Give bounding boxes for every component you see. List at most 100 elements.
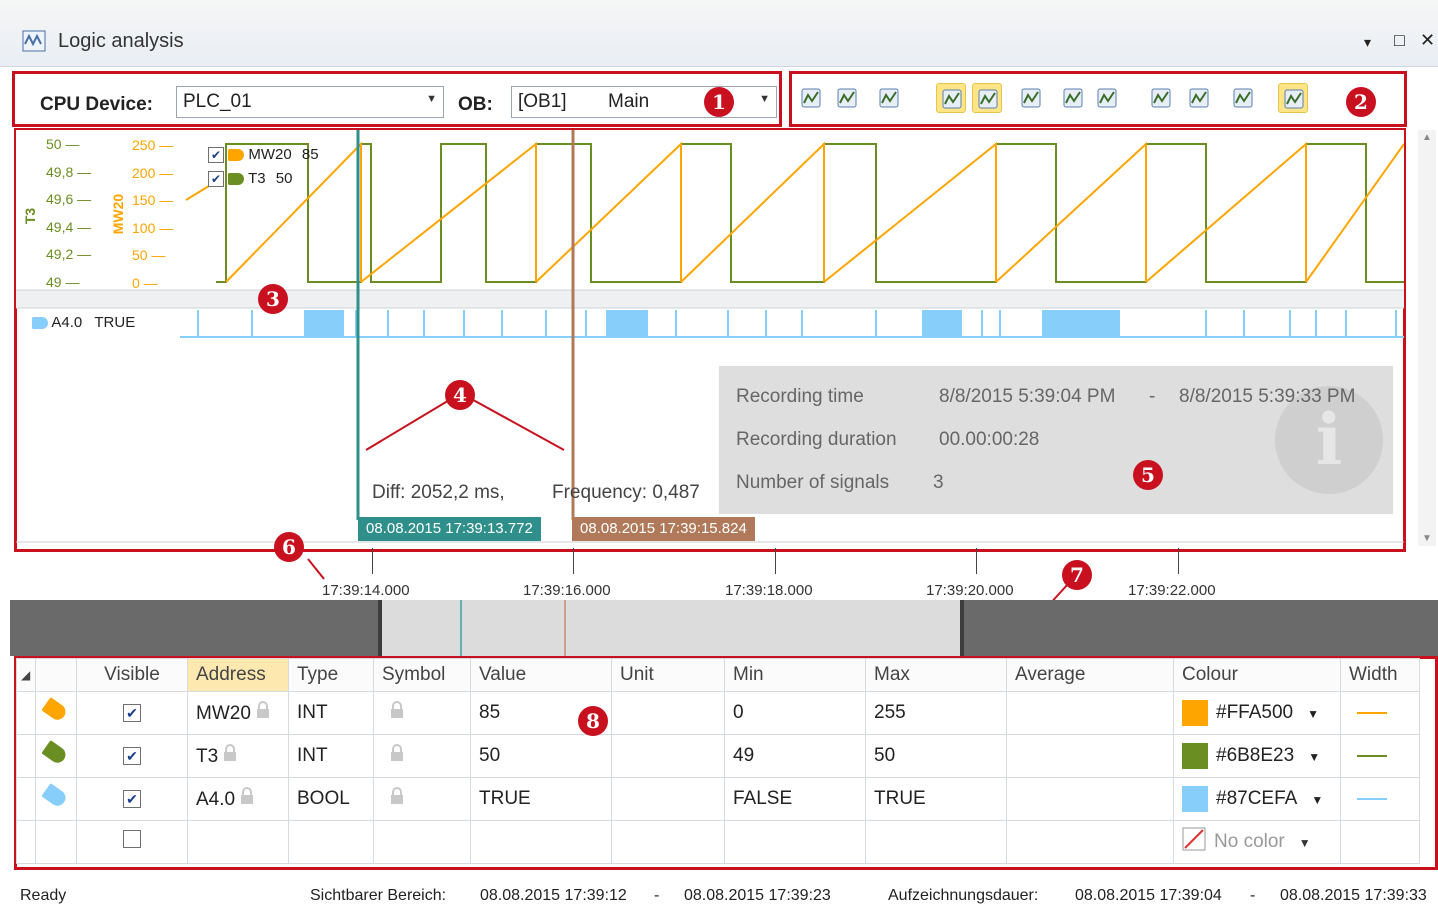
ob-value-name: Main <box>608 91 650 112</box>
visible-checkbox-cell[interactable]: ✔ <box>76 734 188 778</box>
time-tick-mark <box>1178 548 1179 574</box>
signal-edit-icon[interactable] <box>1016 83 1046 113</box>
maximize-icon[interactable]: □ <box>1394 30 1405 51</box>
lock-icon <box>391 701 403 718</box>
unlink-icon-glyph <box>1097 88 1117 108</box>
record-start-icon[interactable] <box>796 83 826 113</box>
record-stop-icon[interactable] <box>832 83 862 113</box>
line-width-preview[interactable] <box>1340 691 1420 735</box>
chevron-down-icon[interactable]: ▼ <box>1311 793 1323 807</box>
table-row-empty[interactable]: No color ▼ <box>16 820 1420 864</box>
bool-signal-name: A4.0 <box>51 314 83 331</box>
mw20-axis-tick: 100 — <box>132 219 174 236</box>
address-text: A4.0 <box>196 789 236 810</box>
column-header-width[interactable]: Width <box>1340 658 1420 692</box>
empty-cell <box>1006 820 1174 864</box>
column-header-min[interactable]: Min <box>724 658 866 692</box>
time-tick-label: 17:39:22.000 <box>1128 582 1216 599</box>
legend-mw20-checkbox[interactable]: ✔ <box>208 147 224 163</box>
table-row[interactable]: ✔ A4.0 BOOL TRUE FALSE TRUE #87CEFA ▼ <box>16 777 1420 821</box>
min-cell: 0 <box>724 691 866 735</box>
tag-icon <box>35 777 77 821</box>
t3-axis-tick: 49,6 — <box>46 191 92 207</box>
colour-select[interactable]: #FFA500 ▼ <box>1173 691 1341 735</box>
type-cell: INT <box>288 691 374 735</box>
legend-mw20[interactable]: ✔ MW20 85 <box>208 146 319 163</box>
column-header-type[interactable]: Type <box>288 658 374 692</box>
line-width-preview[interactable] <box>1340 777 1420 821</box>
time-tick-mark <box>372 548 373 574</box>
unit-cell <box>611 691 725 735</box>
column-header-value[interactable]: Value <box>470 658 612 692</box>
visible-checkbox-cell[interactable]: ✔ <box>76 691 188 735</box>
column-header-unit[interactable]: Unit <box>611 658 725 692</box>
colour-select[interactable]: #6B8E23 ▼ <box>1173 734 1341 778</box>
empty-cell <box>865 820 1007 864</box>
table-row[interactable]: ✔ T3 INT 50 49 50 #6B8E23 ▼ <box>16 734 1420 778</box>
recording-duration-label: Recording duration <box>736 429 897 450</box>
visible-checkbox[interactable]: ✔ <box>123 747 141 765</box>
export-icon[interactable] <box>1228 83 1258 113</box>
cursor-right-icon[interactable] <box>972 83 1002 113</box>
chevron-down-icon[interactable]: ▼ <box>1307 707 1319 721</box>
record-settings-icon[interactable] <box>874 83 904 113</box>
cpu-device-select[interactable]: PLC_01 ▼ <box>176 86 444 118</box>
chevron-down-icon[interactable]: ▼ <box>1299 836 1311 850</box>
column-header-average[interactable]: Average <box>1006 658 1174 692</box>
info-icon[interactable] <box>1278 83 1308 113</box>
cursor-diff: Diff: 2052,2 ms, <box>372 482 505 503</box>
ob-select[interactable]: [OB1] Main ▼ <box>511 86 777 118</box>
column-header-colour[interactable]: Colour <box>1173 658 1341 692</box>
scroll-up-icon[interactable]: ▲ <box>1422 132 1432 143</box>
column-header-visible[interactable]: Visible <box>76 658 188 692</box>
recording-time-from: 8/8/2015 5:39:04 PM <box>939 386 1116 407</box>
link-icon[interactable] <box>1058 83 1088 113</box>
legend-mw20-value: 85 <box>301 146 319 163</box>
callout-marker-2: 2 <box>1346 87 1376 117</box>
tag-icon <box>32 317 48 330</box>
average-cell <box>1006 691 1174 735</box>
column-header-address[interactable]: Address <box>187 658 289 692</box>
overview-visible-range[interactable] <box>378 600 964 656</box>
unlink-icon[interactable] <box>1092 83 1122 113</box>
colour-swatch <box>1182 786 1208 812</box>
save-icon[interactable] <box>1184 83 1214 113</box>
tag-cell <box>35 820 77 864</box>
legend-t3[interactable]: ✔ T3 50 <box>208 170 292 187</box>
address-cell: T3 <box>187 734 289 778</box>
overview-cursor-1 <box>460 600 462 656</box>
address-text: T3 <box>196 746 219 767</box>
t3-axis-tick: 49 — <box>46 273 80 290</box>
line-width-preview[interactable] <box>1340 734 1420 778</box>
value-cell: 50 <box>470 734 612 778</box>
callout-line-right <box>465 395 565 451</box>
chart-scrollbar[interactable]: ▲ ▼ <box>1418 130 1436 546</box>
table-row[interactable]: ✔ MW20 INT 85 0 255 #FFA500 ▼ <box>16 691 1420 735</box>
visible-checkbox-cell[interactable] <box>76 820 188 864</box>
max-cell: 255 <box>865 691 1007 735</box>
chevron-down-icon[interactable]: ▼ <box>1308 750 1320 764</box>
window-menu-icon[interactable]: ▾ <box>1364 34 1371 51</box>
cursor-left-icon[interactable] <box>936 83 966 113</box>
line-width-preview[interactable] <box>1340 820 1420 864</box>
value-cell: TRUE <box>470 777 612 821</box>
visible-checkbox[interactable]: ✔ <box>123 790 141 808</box>
column-header-symbol[interactable]: Symbol <box>373 658 471 692</box>
colour-swatch <box>1182 743 1208 769</box>
column-header-max[interactable]: Max <box>865 658 1007 692</box>
legend-t3-checkbox[interactable]: ✔ <box>208 171 224 187</box>
import-icon[interactable] <box>1146 83 1176 113</box>
colour-select[interactable]: #87CEFA ▼ <box>1173 777 1341 821</box>
close-icon[interactable]: ✕ <box>1420 30 1435 51</box>
visible-checkbox-cell[interactable]: ✔ <box>76 777 188 821</box>
colour-value: No color <box>1214 831 1285 853</box>
cursor-2-time: 08.08.2015 17:39:15.824 <box>572 517 755 541</box>
visible-checkbox[interactable] <box>123 830 141 848</box>
t3-axis-tick: 50 — <box>46 136 80 152</box>
a40-high-block <box>1042 310 1120 337</box>
visible-checkbox[interactable]: ✔ <box>123 704 141 722</box>
colour-select[interactable]: No color ▼ <box>1173 820 1341 864</box>
scroll-down-icon[interactable]: ▼ <box>1422 533 1432 544</box>
overview-bar[interactable] <box>10 600 1438 656</box>
callout-line-left <box>365 395 457 451</box>
